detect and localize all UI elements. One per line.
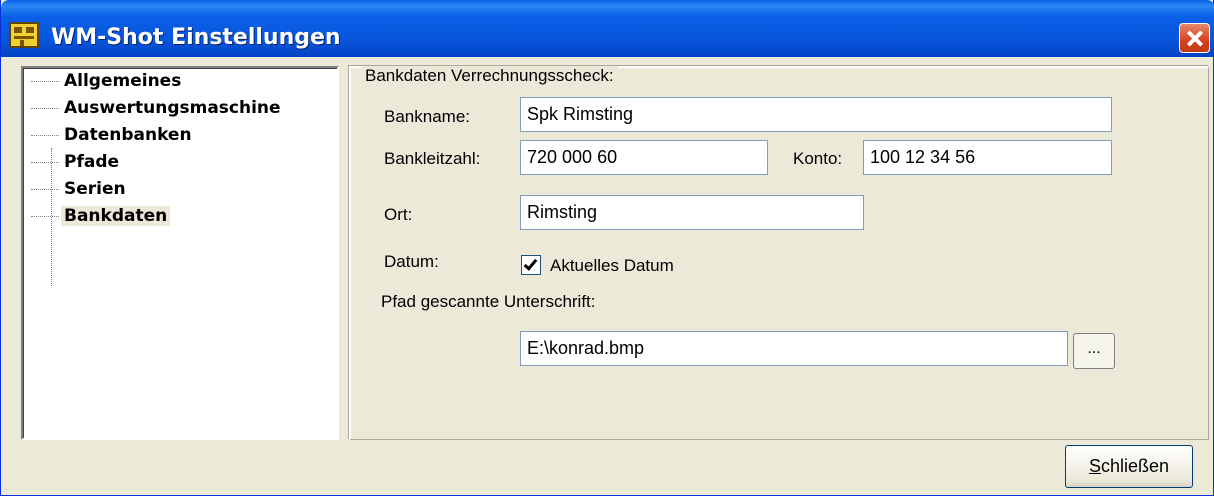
tree-item-serien[interactable]: Serien [31, 178, 331, 200]
tree-item-label: Bankdaten [61, 206, 171, 226]
settings-window: WM-Shot Einstellungen Allgemeines Auswer… [0, 0, 1214, 496]
tree-item-datenbanken[interactable]: Datenbanken [31, 124, 331, 146]
tree-item-pfade[interactable]: Pfade [31, 151, 331, 173]
tree-item-label: Allgemeines [64, 71, 182, 91]
tree-item-bankdaten[interactable]: Bankdaten [31, 205, 331, 227]
checkmark-icon [523, 256, 538, 271]
browse-button[interactable]: ... [1073, 333, 1115, 369]
tree-item-auswertungsmaschine[interactable]: Auswertungsmaschine [31, 97, 331, 119]
signature-path-field[interactable]: E:\konrad.bmp [520, 331, 1068, 366]
bankname-label: Bankname: [384, 107, 470, 126]
tree-item-allgemeines[interactable]: Allgemeines [31, 70, 331, 92]
konto-field[interactable]: 100 12 34 56 [863, 140, 1112, 175]
tree-item-label: Serien [64, 179, 126, 199]
settings-tree[interactable] [21, 66, 339, 440]
app-icon [9, 22, 39, 48]
aktuelles-datum-label[interactable]: Aktuelles Datum [550, 256, 674, 276]
bankleitzahl-field[interactable]: 720 000 60 [520, 140, 768, 175]
bankleitzahl-label: Bankleitzahl: [384, 149, 481, 168]
bankname-field[interactable]: Spk Rimsting [520, 97, 1112, 132]
title-bar[interactable]: WM-Shot Einstellungen [1, 0, 1214, 57]
schliessen-button[interactable]: Schließen [1065, 445, 1193, 488]
konto-label: Konto: [793, 149, 843, 168]
window-title: WM-Shot Einstellungen [51, 25, 341, 50]
ort-label: Ort: [384, 205, 413, 224]
tree-item-label: Pfade [64, 152, 120, 172]
pfad-label: Pfad gescannte Unterschrift: [381, 292, 596, 311]
groupbox-label: Bankdaten Verrechnungsscheck: [361, 66, 618, 86]
aktuelles-datum-checkbox[interactable] [521, 255, 541, 275]
datum-label: Datum: [384, 252, 439, 271]
tree-item-label: Datenbanken [64, 125, 192, 145]
tree-item-label: Auswertungsmaschine [64, 98, 281, 118]
ort-field[interactable]: Rimsting [520, 195, 864, 230]
close-window-button[interactable] [1179, 23, 1210, 53]
